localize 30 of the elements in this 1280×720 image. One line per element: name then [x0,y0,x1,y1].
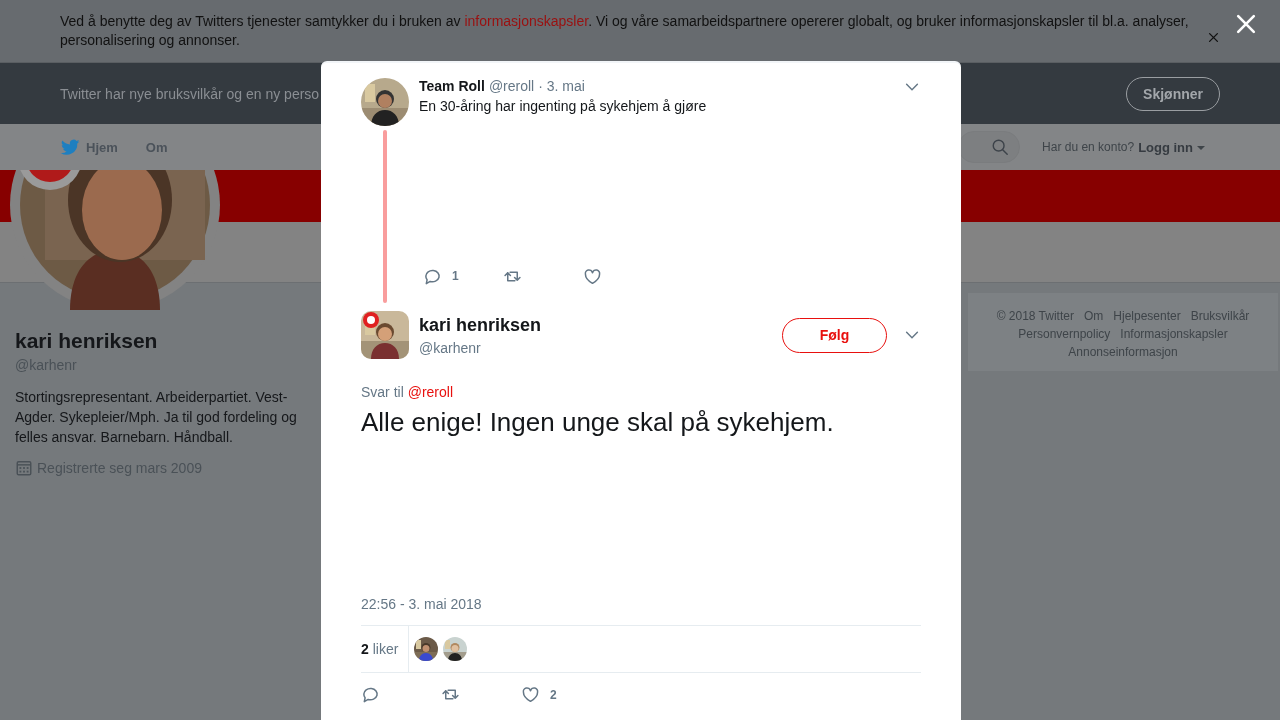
cookie-link[interactable]: informasjonskapsler [464,13,589,29]
likes-count[interactable]: 2 liker [361,641,399,657]
footer-link[interactable]: © 2018 Twitter [996,307,1074,325]
follow-button[interactable]: Følg [782,317,887,353]
footer-link[interactable]: Annonseinformasjon [1068,343,1178,361]
author-handle[interactable]: @reroll [488,78,535,94]
terms-notice: Twitter har nye bruksvilkår og en ny perso [60,85,320,102]
reply-count: 1 [452,269,459,283]
tweet-timestamp: 22:56 - 3. mai 2018 [361,596,483,612]
tweet-text: Alle enige! Ingen unge skal på sykehjem. [361,406,835,438]
profile-name: kari henriksen [15,329,159,353]
like-count: 2 [550,687,557,702]
tweet-time[interactable]: · 3. mai [538,78,585,94]
footer-link[interactable]: Informasjonskapsler [1120,325,1228,343]
tweet-text: En 30-åring har ingenting på sykehjem å gjøre [419,98,708,114]
footer-link[interactable]: Hjelpesenter [1113,307,1181,325]
author-name[interactable]: Team Roll [419,78,485,94]
reply-context: Svar til @reroll [361,384,455,400]
login-link[interactable]: Logg inn [1138,139,1193,155]
footer-link[interactable]: Bruksvilkår [1190,307,1250,325]
nav-link[interactable]: Om [145,139,168,155]
mention-link[interactable]: @reroll [407,384,454,400]
cookie-notice: Ved å benytte deg av Twitters tjenester samtykker du i bruken av informasjonskapsler. Vi og våre samarbeidspartnere opererer globalt, og bruker informasjonskapsler til bl.a. analyser, personalisering og annonser. [60,12,1190,50]
footer-link[interactable]: Om [1083,307,1104,325]
footer-link[interactable]: Personvernpolicy [1018,325,1111,343]
author-name[interactable]: kari henriksen [419,314,542,336]
author-handle[interactable]: @karhenr [419,339,542,356]
login-prompt: Har du en konto? [1042,140,1135,154]
profile-bio: Stortingsrepresentant. Arbeiderpartiet. Vest-Agder. Sykepleier/Mph. Ja til god fordeling og felles ansvar. Barnebarn. Håndball. [15,388,298,447]
home-link[interactable]: Hjem [60,137,118,157]
